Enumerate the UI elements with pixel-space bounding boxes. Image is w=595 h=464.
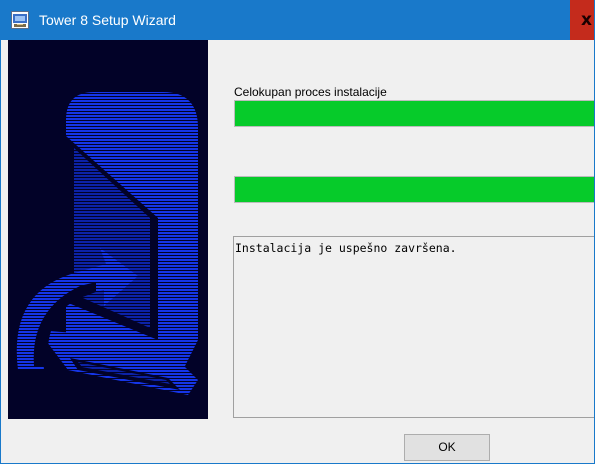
window-title: Tower 8 Setup Wizard [39,12,176,28]
step-progress-bar [234,176,594,203]
title-bar[interactable]: Tower 8 Setup Wizard x [1,0,594,40]
setup-wizard-window: Tower 8 Setup Wizard x Celokupan proces … [0,0,595,464]
ok-button[interactable]: OK [404,434,490,461]
overall-progress-bar [234,100,594,127]
close-button[interactable]: x [570,0,594,40]
overall-progress-fill [235,101,594,126]
wizard-side-graphic [8,40,208,419]
overall-progress-label: Celokupan proces instalacije [234,85,387,99]
status-message-box: Instalacija je uspešno završena. [233,236,594,418]
step-progress-fill [235,177,594,202]
setup-app-icon [11,11,29,29]
